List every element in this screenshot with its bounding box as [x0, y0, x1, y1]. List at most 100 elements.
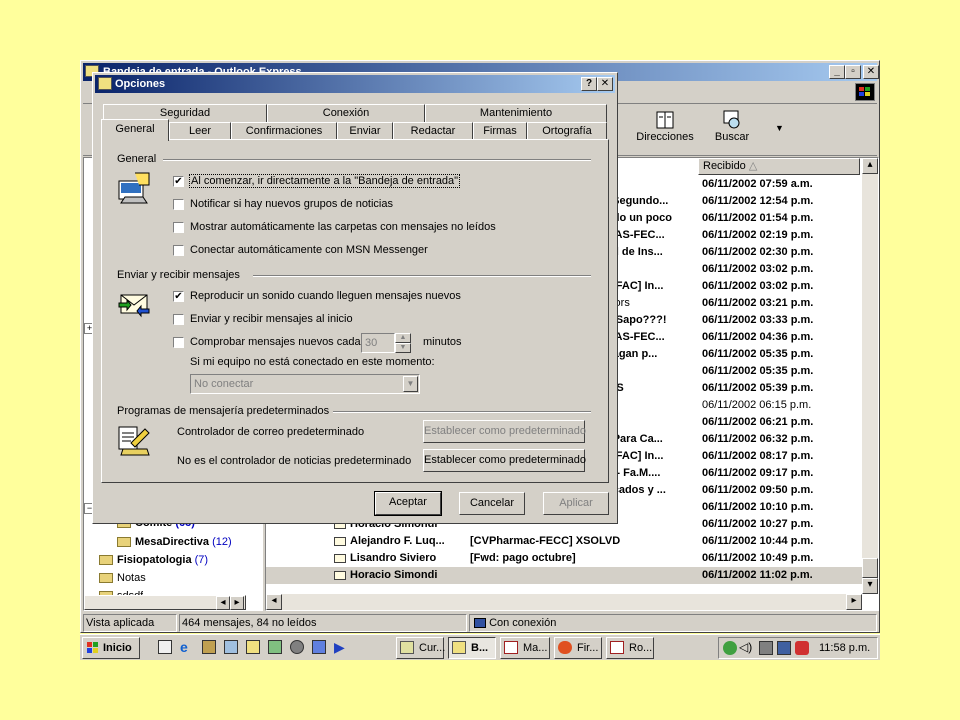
check-interval-input[interactable]: 30	[361, 333, 395, 353]
tray-icon[interactable]	[795, 641, 809, 655]
notify-newsgroups-label[interactable]: Notificar si hay nuevos grupos de notici…	[190, 198, 393, 210]
minutes-label: minutos	[423, 336, 462, 348]
help-icon[interactable]: ?	[581, 77, 597, 91]
dialog-title-bar[interactable]: Opciones	[95, 75, 615, 93]
task-button[interactable]: Fir...	[554, 637, 602, 659]
scroll-left-icon[interactable]: ◂	[266, 594, 282, 610]
table-row-selected[interactable]: Horacio Simondi 06/11/2002 11:02 p.m.	[266, 567, 862, 584]
check-mark-icon: ✔	[174, 176, 183, 187]
close-icon[interactable]: ✕	[863, 65, 879, 79]
tab-confirmations[interactable]: Confirmaciones	[231, 122, 337, 140]
spin-up-icon[interactable]: ▲	[395, 333, 411, 343]
play-sound-label[interactable]: Reproducir un sonido cuando lleguen mens…	[190, 290, 461, 302]
cancel-button[interactable]: Cancelar	[459, 492, 525, 515]
quick-launch-icon[interactable]	[158, 640, 172, 654]
startup-inbox-label[interactable]: Al comenzar, ir directamente a la "Bande…	[189, 174, 461, 188]
tab-send[interactable]: Enviar	[337, 122, 393, 140]
quick-launch-icon[interactable]	[268, 640, 282, 654]
directions-button[interactable]: Direcciones	[633, 107, 697, 151]
set-news-default-button[interactable]: Establecer como predeterminado	[423, 449, 586, 472]
show-unread-folders-label[interactable]: Mostrar automáticamente las carpetas con…	[190, 221, 496, 233]
windows-logo-icon	[855, 83, 875, 101]
cancel-label: Cancelar	[469, 497, 515, 509]
dialog-title: Opciones	[115, 78, 166, 90]
tab-signatures[interactable]: Firmas	[473, 122, 527, 140]
taskbar: Inicio e ▶ Cur... B... Ma... Fir... Ro..…	[80, 634, 880, 660]
scroll-left-icon[interactable]: ◂	[216, 596, 230, 610]
quick-launch-icon[interactable]	[290, 640, 304, 654]
ok-button[interactable]: Aceptar	[374, 491, 442, 516]
tab-label: Leer	[188, 125, 212, 137]
task-button[interactable]: Ma...	[500, 637, 550, 659]
scroll-right-icon[interactable]: ▸	[846, 594, 862, 610]
chevron-down-icon[interactable]: ▼	[403, 376, 418, 392]
tab-general[interactable]: General	[101, 119, 169, 141]
tray-icon[interactable]	[723, 641, 737, 655]
tab-compose[interactable]: Redactar	[393, 122, 473, 140]
check-messages-label[interactable]: Comprobar mensajes nuevos cada	[190, 336, 361, 348]
start-button[interactable]: Inicio	[82, 637, 140, 659]
check-messages-checkbox[interactable]	[173, 337, 184, 348]
received-column-header[interactable]: Recibido △	[698, 158, 860, 175]
task-button[interactable]: Cur...	[396, 637, 445, 659]
tab-read[interactable]: Leer	[169, 122, 231, 140]
tray-icon[interactable]	[759, 641, 773, 655]
task-label: Fir...	[577, 642, 599, 654]
envelope-icon	[334, 536, 346, 546]
message-date: 06/11/2002 09:50 p.m.	[702, 484, 814, 496]
firefox-icon	[558, 641, 572, 654]
programs-section-line	[333, 411, 591, 413]
scroll-thumb[interactable]	[862, 558, 878, 578]
option-text: Al comenzar, ir directamente a la "Bande…	[191, 175, 459, 187]
send-receive-startup-checkbox[interactable]	[173, 314, 184, 325]
quick-launch-icon[interactable]	[224, 640, 238, 654]
message-date: 06/11/2002 05:35 p.m.	[702, 365, 814, 377]
tab-label: Seguridad	[159, 107, 211, 119]
startup-inbox-checkbox[interactable]: ✔	[173, 176, 184, 187]
folder-item[interactable]: Fisiopatologia (7)	[99, 554, 208, 566]
scroll-up-icon[interactable]: ▴	[862, 158, 878, 174]
play-sound-checkbox[interactable]: ✔	[173, 291, 184, 302]
list-hscrollbar[interactable]	[266, 594, 862, 610]
search-dropdown-icon[interactable]: ▼	[775, 123, 784, 133]
folder-item[interactable]: MesaDirectiva (12)	[117, 536, 232, 548]
msn-messenger-checkbox[interactable]	[173, 245, 184, 256]
maximize-icon[interactable]: ▫	[845, 65, 861, 79]
offline-select-value: No conectar	[194, 378, 254, 390]
offline-select[interactable]: No conectar ▼	[190, 374, 420, 394]
set-mail-default-label: Establecer como predeterminado	[424, 425, 587, 437]
tab-maintenance[interactable]: Mantenimiento	[425, 104, 607, 122]
tab-connection[interactable]: Conexión	[267, 104, 425, 122]
quick-launch-icon[interactable]	[312, 640, 326, 654]
show-unread-folders-checkbox[interactable]	[173, 222, 184, 233]
minimize-icon[interactable]: _	[829, 65, 845, 79]
windows-flag-icon	[87, 642, 98, 653]
send-receive-startup-label[interactable]: Enviar y recibir mensajes al inicio	[190, 313, 353, 325]
ie-icon[interactable]: e	[180, 639, 188, 655]
scroll-down-icon[interactable]: ▾	[862, 578, 878, 594]
task-button[interactable]: Ro...	[606, 637, 654, 659]
search-button[interactable]: Buscar	[707, 107, 757, 151]
task-button-active[interactable]: B...	[448, 637, 496, 659]
message-date: 06/11/2002 03:21 p.m.	[702, 297, 814, 309]
quick-launch-icon[interactable]	[202, 640, 216, 654]
quick-launch-icon[interactable]	[246, 640, 260, 654]
apply-button[interactable]: Aplicar	[543, 492, 609, 515]
play-icon[interactable]: ▶	[334, 639, 345, 656]
tab-label: Ortografía	[542, 125, 592, 137]
folder-count: (12)	[212, 536, 232, 548]
message-from: Alejandro F. Luq...	[350, 535, 445, 547]
interval-spinner[interactable]: ▲ ▼	[395, 333, 411, 353]
folder-item[interactable]: Notas	[99, 572, 146, 584]
list-vscrollbar[interactable]	[862, 158, 878, 594]
scroll-right-icon[interactable]: ▸	[230, 596, 244, 610]
notify-newsgroups-checkbox[interactable]	[173, 199, 184, 210]
spin-down-icon[interactable]: ▼	[395, 343, 411, 353]
msn-messenger-label[interactable]: Conectar automáticamente con MSN Messeng…	[190, 244, 428, 256]
message-date: 06/11/2002 11:02 p.m.	[702, 569, 813, 581]
tray-icon[interactable]	[777, 641, 791, 655]
set-mail-default-button[interactable]: Establecer como predeterminado	[423, 420, 587, 443]
tab-spelling[interactable]: Ortografía	[527, 122, 607, 140]
volume-icon[interactable]: ◁)	[739, 640, 752, 654]
dialog-close-icon[interactable]: ✕	[597, 77, 613, 91]
